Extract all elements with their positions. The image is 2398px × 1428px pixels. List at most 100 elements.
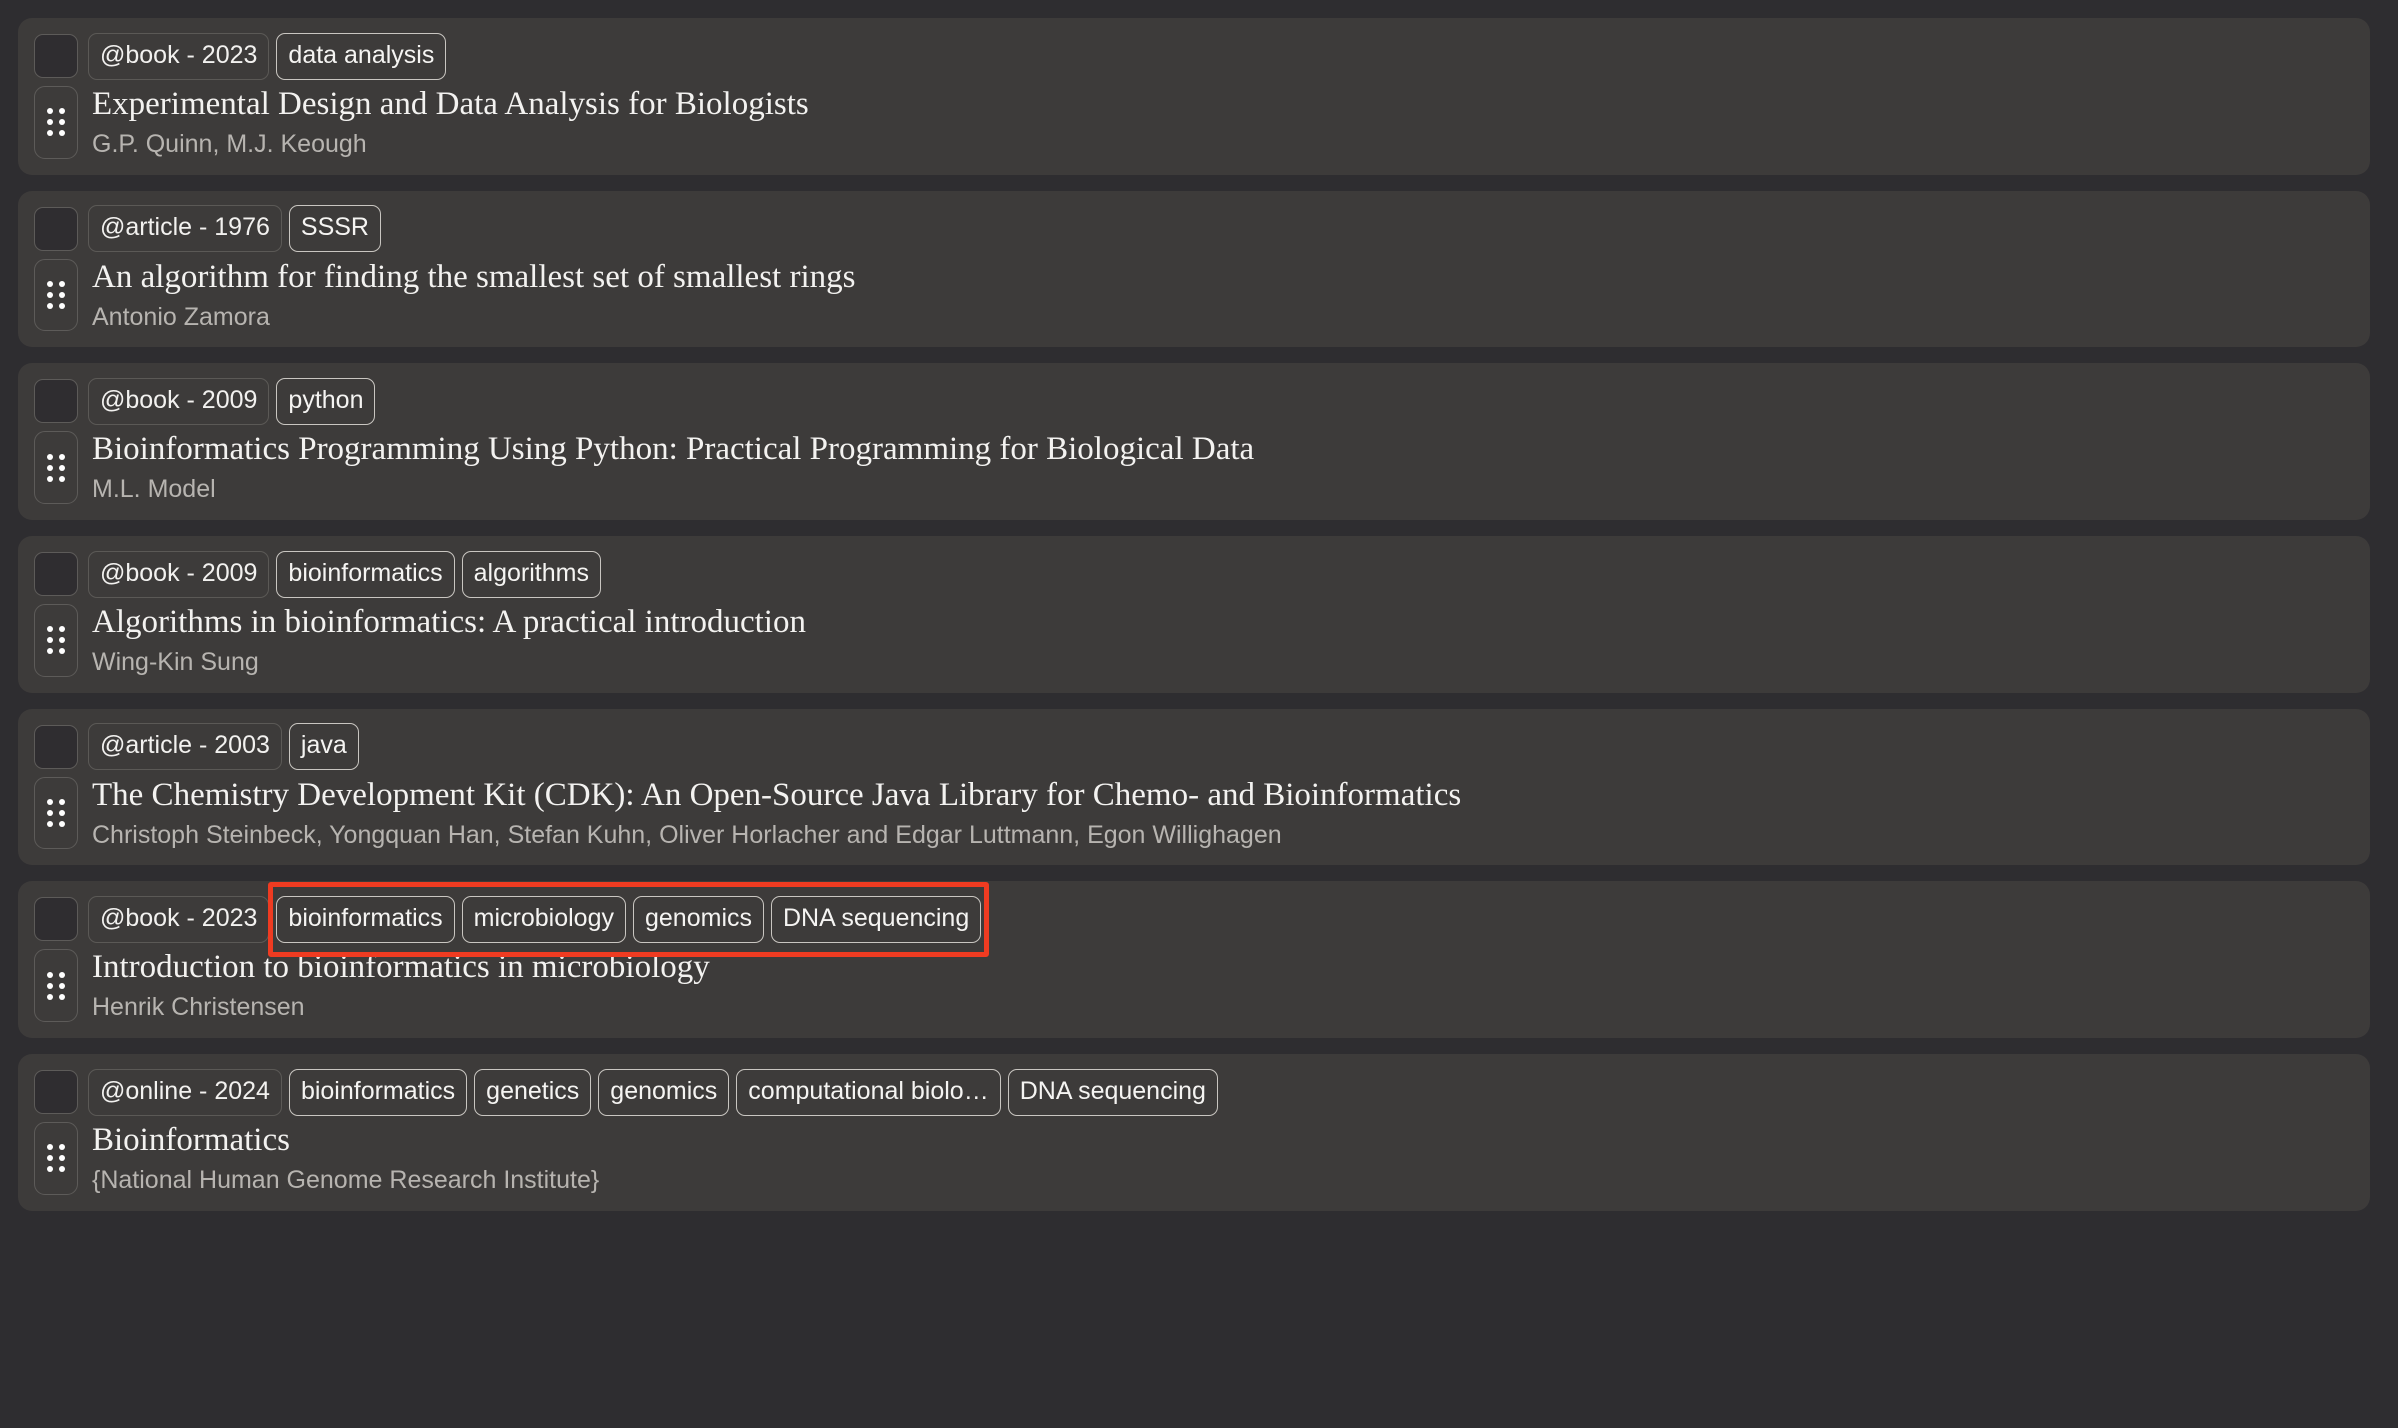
drag-handle-icon[interactable] xyxy=(34,1122,78,1195)
entry-tag-group: @book - 2009python xyxy=(88,372,375,431)
drag-handle-icon[interactable] xyxy=(34,949,78,1022)
drag-handle-icon[interactable] xyxy=(34,431,78,504)
entry-keyword-tags: java xyxy=(289,720,359,773)
entry-author: {National Human Genome Research Institut… xyxy=(92,1166,599,1195)
entry-title[interactable]: An algorithm for finding the smallest se… xyxy=(92,259,855,297)
entry-type-year-badge[interactable]: @book - 2023 xyxy=(88,33,269,80)
entry-select-checkbox[interactable] xyxy=(34,897,78,941)
bibliography-entry[interactable]: @book - 2009bioinformaticsalgorithmsAlgo… xyxy=(18,536,2370,693)
entry-body-row: Algorithms in bioinformatics: A practica… xyxy=(34,604,2354,677)
entry-text-column: Experimental Design and Data Analysis fo… xyxy=(88,86,809,159)
entry-title[interactable]: The Chemistry Development Kit (CDK): An … xyxy=(92,777,1461,815)
drag-handle-icon[interactable] xyxy=(34,777,78,850)
bibliography-entry[interactable]: @article - 2003javaThe Chemistry Develop… xyxy=(18,709,2370,866)
entry-meta-row: @book - 2009bioinformaticsalgorithms xyxy=(34,550,2354,598)
bibliography-entry[interactable]: @book - 2009pythonBioinformatics Program… xyxy=(18,363,2370,520)
grip-dots-icon xyxy=(47,972,65,1000)
entry-keyword-tags: SSSR xyxy=(289,202,381,255)
entry-tag-group: @article - 2003java xyxy=(88,717,359,776)
entry-tag-chip[interactable]: data analysis xyxy=(276,33,446,80)
entry-meta-row: @article - 2003java xyxy=(34,723,2354,771)
entry-body-row: Experimental Design and Data Analysis fo… xyxy=(34,86,2354,159)
drag-handle-icon[interactable] xyxy=(34,259,78,332)
entry-meta-row: @article - 1976SSSR xyxy=(34,205,2354,253)
entry-select-checkbox[interactable] xyxy=(34,1070,78,1114)
entry-title[interactable]: Bioinformatics Programming Using Python:… xyxy=(92,431,1254,469)
entry-tag-chip[interactable]: DNA sequencing xyxy=(771,896,981,943)
entry-author: Wing-Kin Sung xyxy=(92,648,806,677)
entry-meta-row: @book - 2023data analysis xyxy=(34,32,2354,80)
entry-author: G.P. Quinn, M.J. Keough xyxy=(92,130,809,159)
entry-author: Christoph Steinbeck, Yongquan Han, Stefa… xyxy=(92,821,1461,850)
entry-text-column: The Chemistry Development Kit (CDK): An … xyxy=(88,777,1461,850)
entry-text-column: Introduction to bioinformatics in microb… xyxy=(88,949,710,1022)
entry-text-column: Bioinformatics Programming Using Python:… xyxy=(88,431,1254,504)
drag-handle-icon[interactable] xyxy=(34,86,78,159)
entry-tag-chip[interactable]: genomics xyxy=(598,1069,729,1116)
entry-text-column: Algorithms in bioinformatics: A practica… xyxy=(88,604,806,677)
entry-tag-chip[interactable]: bioinformatics xyxy=(289,1069,467,1116)
entry-meta-row: @book - 2023bioinformaticsmicrobiologyge… xyxy=(34,895,2354,943)
entry-title[interactable]: Algorithms in bioinformatics: A practica… xyxy=(92,604,806,642)
entry-body-row: The Chemistry Development Kit (CDK): An … xyxy=(34,777,2354,850)
entry-select-checkbox[interactable] xyxy=(34,379,78,423)
entry-tag-chip[interactable]: DNA sequencing xyxy=(1008,1069,1218,1116)
entry-type-year-badge[interactable]: @book - 2023 xyxy=(88,896,269,943)
entry-select-checkbox[interactable] xyxy=(34,552,78,596)
entry-keyword-tags: bioinformaticsmicrobiologygenomicsDNA se… xyxy=(276,893,981,946)
entry-tag-group: @book - 2009bioinformaticsalgorithms xyxy=(88,545,601,604)
entry-keyword-tags: data analysis xyxy=(276,30,446,83)
bibliography-entry-list: @book - 2023data analysisExperimental De… xyxy=(0,0,2398,1229)
entry-type-year-badge[interactable]: @book - 2009 xyxy=(88,551,269,598)
entry-text-column: Bioinformatics {National Human Genome Res… xyxy=(88,1122,599,1195)
drag-handle-icon[interactable] xyxy=(34,604,78,677)
grip-dots-icon xyxy=(47,281,65,309)
grip-dots-icon xyxy=(47,799,65,827)
entry-type-year-badge[interactable]: @article - 2003 xyxy=(88,723,282,770)
entry-meta-row: @online - 2024bioinformaticsgeneticsgeno… xyxy=(34,1068,2354,1116)
grip-dots-icon xyxy=(47,108,65,136)
entry-type-year-badge[interactable]: @book - 2009 xyxy=(88,378,269,425)
grip-dots-icon xyxy=(47,454,65,482)
bibliography-entry[interactable]: @article - 1976SSSRAn algorithm for find… xyxy=(18,191,2370,348)
entry-body-row: Bioinformatics {National Human Genome Res… xyxy=(34,1122,2354,1195)
entry-tag-chip[interactable]: algorithms xyxy=(462,551,601,598)
entry-text-column: An algorithm for finding the smallest se… xyxy=(88,259,855,332)
entry-tag-group: @book - 2023data analysis xyxy=(88,27,446,86)
entry-author: Antonio Zamora xyxy=(92,303,855,332)
entry-keyword-tags: python xyxy=(276,375,375,428)
entry-meta-row: @book - 2009python xyxy=(34,377,2354,425)
grip-dots-icon xyxy=(47,1144,65,1172)
entry-tag-chip[interactable]: SSSR xyxy=(289,205,381,252)
entry-tag-chip[interactable]: genomics xyxy=(633,896,764,943)
entry-author: Henrik Christensen xyxy=(92,993,710,1022)
entry-tag-chip[interactable]: python xyxy=(276,378,375,425)
entry-body-row: Bioinformatics Programming Using Python:… xyxy=(34,431,2354,504)
entry-select-checkbox[interactable] xyxy=(34,207,78,251)
entry-type-year-badge[interactable]: @online - 2024 xyxy=(88,1069,282,1116)
entry-select-checkbox[interactable] xyxy=(34,34,78,78)
entry-keyword-tags: bioinformaticsgeneticsgenomicscomputatio… xyxy=(289,1066,1218,1119)
entry-tag-chip[interactable]: java xyxy=(289,723,359,770)
bibliography-entry[interactable]: @book - 2023data analysisExperimental De… xyxy=(18,18,2370,175)
entry-tag-group: @online - 2024bioinformaticsgeneticsgeno… xyxy=(88,1063,1218,1122)
entry-body-row: An algorithm for finding the smallest se… xyxy=(34,259,2354,332)
entry-tag-group: @book - 2023bioinformaticsmicrobiologyge… xyxy=(88,890,981,949)
entry-tag-chip[interactable]: bioinformatics xyxy=(276,896,454,943)
grip-dots-icon xyxy=(47,626,65,654)
bibliography-entry[interactable]: @book - 2023bioinformaticsmicrobiologyge… xyxy=(18,881,2370,1038)
entry-tag-group: @article - 1976SSSR xyxy=(88,199,381,258)
bibliography-entry[interactable]: @online - 2024bioinformaticsgeneticsgeno… xyxy=(18,1054,2370,1211)
entry-tag-chip[interactable]: computational biolo… xyxy=(736,1069,1000,1116)
entry-tag-chip[interactable]: genetics xyxy=(474,1069,591,1116)
entry-author: M.L. Model xyxy=(92,475,1254,504)
entry-title[interactable]: Experimental Design and Data Analysis fo… xyxy=(92,86,809,124)
entry-keyword-tags: bioinformaticsalgorithms xyxy=(276,548,601,601)
entry-select-checkbox[interactable] xyxy=(34,725,78,769)
entry-tag-chip[interactable]: bioinformatics xyxy=(276,551,454,598)
entry-type-year-badge[interactable]: @article - 1976 xyxy=(88,205,282,252)
entry-body-row: Introduction to bioinformatics in microb… xyxy=(34,949,2354,1022)
entry-title[interactable]: Introduction to bioinformatics in microb… xyxy=(92,949,710,987)
entry-title[interactable]: Bioinformatics xyxy=(92,1122,599,1160)
entry-tag-chip[interactable]: microbiology xyxy=(462,896,626,943)
